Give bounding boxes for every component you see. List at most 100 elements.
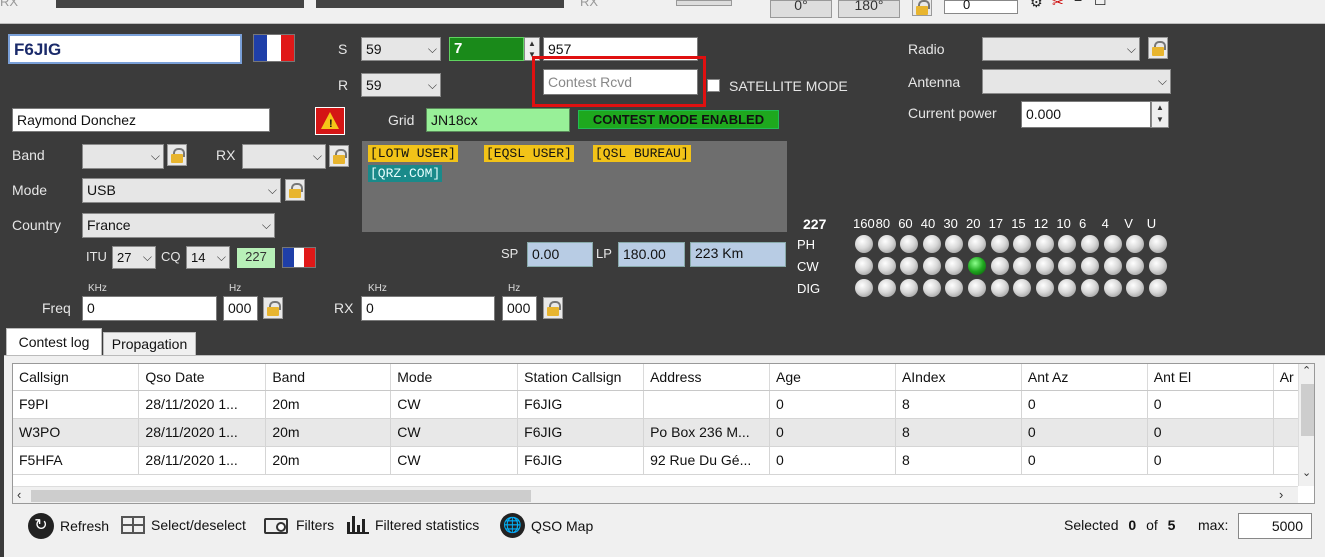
log-grid: Callsign Qso Date Band Mode Station Callsign… [12,363,1315,504]
scroll-up-icon[interactable]: ⌃ [1302,364,1311,377]
mode-select[interactable]: USB ⌵ [82,178,281,203]
table-cell: 8 [895,418,1022,447]
table-row[interactable]: F9PI 28/11/2020 1... 20m CW F6JIG 0 8 0 0 [13,390,1302,419]
table-row[interactable]: F5HFA 28/11/2020 1... 20m CW F6JIG 92 Rue Du … [13,446,1302,475]
antenna-select[interactable]: ⌵ [982,69,1171,94]
lotw-user-tag: [LOTW USER] [368,145,458,162]
chevron-down-icon: ⌵ [261,218,271,232]
antenna-label: Antenna [908,74,961,90]
column-header[interactable]: Ar [1273,364,1302,391]
callsign-input[interactable]: F6JIG [8,34,242,64]
warning-icon[interactable]: ! [315,107,345,135]
small-button[interactable] [676,0,732,6]
refresh-button[interactable]: ↻ Refresh [28,513,109,539]
name-input[interactable]: Raymond Donchez [12,108,270,132]
window-icon[interactable]: ☐ [1094,0,1107,9]
column-header[interactable]: Callsign [13,364,140,391]
itu-select[interactable]: 27 ⌵ [112,246,156,269]
band-row-ph: PH [797,237,816,252]
table-cell: 20m [265,446,392,475]
freq-hz-input[interactable]: 000 [223,296,258,321]
tab-propagation[interactable]: Propagation [103,332,196,356]
rst-sent-value: 59 [366,41,382,57]
column-header[interactable]: Ant El [1147,364,1274,391]
table-cell: 0 [1147,446,1274,475]
rotator-spin[interactable]: 0 [944,0,1018,14]
power-input[interactable]: 0.000 [1021,101,1151,128]
freq-khz-input[interactable]: 0 [82,296,217,321]
band-lock-icon[interactable] [167,144,187,166]
grid-label: Grid [388,112,415,128]
rx-freq-lock-icon[interactable] [543,297,563,319]
rx-freq-khz-input[interactable]: 0 [361,296,495,321]
vertical-scroll-thumb[interactable] [1301,384,1314,436]
grid-input[interactable]: JN18cx [426,108,570,132]
band-label: Band [12,147,45,163]
column-header[interactable]: Station Callsign [517,364,645,391]
band-dot-cw-40 [922,257,941,275]
scroll-left-icon[interactable]: ‹ [17,487,21,502]
column-header[interactable]: Age [769,364,896,391]
tab-contest-log[interactable]: Contest log [6,328,102,356]
selected-count: 0 [1128,517,1137,533]
rx-band-select[interactable]: ⌵ [242,144,326,169]
scroll-right-icon[interactable]: › [1279,487,1283,502]
band-header-4: 4 [1101,216,1109,231]
filtered-statistics-button[interactable]: Filtered statistics [347,516,479,534]
horizontal-scrollbar[interactable]: ‹ › [13,486,1298,503]
table-row[interactable]: W3PO 28/11/2020 1... 20m CW F6JIG Po Box 236 … [13,418,1302,447]
vertical-scrollbar[interactable]: ⌃ ⌄ [1298,364,1314,486]
mode-lock-icon[interactable] [285,179,305,201]
contest-rcvd-input[interactable]: Contest Rcvd [543,69,698,95]
select-deselect-button[interactable]: Select/deselect [121,516,246,534]
column-header[interactable]: Band [265,364,392,391]
freq-khz-label: KHz [88,283,107,294]
radio-lock-icon[interactable] [1148,37,1168,59]
table-cell: 0 [1021,390,1148,419]
r-label: R [338,77,349,93]
azimuth-0-button[interactable]: 0° [770,0,832,18]
column-header[interactable]: Ant Az [1021,364,1148,391]
frequency-display-1 [56,0,304,8]
cq-select[interactable]: 14 ⌵ [186,246,230,269]
rst-rcvd-select[interactable]: 59 ⌵ [361,73,441,97]
column-header[interactable]: Address [643,364,771,391]
rx-freq-hz-input[interactable]: 000 [502,296,537,321]
horizontal-scroll-thumb[interactable] [31,490,531,502]
column-header[interactable]: AIndex [895,364,1022,391]
azimuth-180-button[interactable]: 180° [838,0,900,18]
band-dot-ph-80 [877,235,896,253]
minus-icon[interactable]: − [1074,0,1082,8]
table-cell: F6JIG [517,418,645,447]
band-dot-cw-80 [877,257,896,275]
band-header-40: 40 [920,216,936,231]
band-dot-cw-20 [968,257,986,275]
scroll-down-icon[interactable]: ⌄ [1302,466,1311,479]
column-header[interactable]: Mode [390,364,519,391]
band-dot-ph-60 [900,235,919,253]
filters-button[interactable]: Filters [264,514,334,536]
gear-icon[interactable]: ⚙ [1030,0,1043,11]
column-header[interactable]: Qso Date [138,364,267,391]
qso-map-button[interactable]: 🌐 QSO Map [500,513,593,538]
rst-sent-select[interactable]: 59 ⌵ [361,37,441,61]
satellite-checkbox[interactable] [707,79,720,92]
max-input[interactable]: 5000 [1238,513,1312,539]
select-deselect-label: Select/deselect [151,517,246,533]
lock-icon[interactable] [912,0,932,16]
scissors-icon[interactable]: ✂ [1052,0,1064,11]
folder-search-icon [264,514,290,536]
band-header-30: 30 [943,216,958,231]
freq-lock-icon[interactable] [263,297,283,319]
serial-sent-input[interactable]: 7 [449,37,524,61]
band-select[interactable]: ⌵ [82,144,164,169]
rx-band-lock-icon[interactable] [329,145,349,167]
band-dot-cw-u [1148,257,1167,275]
filtered-statistics-label: Filtered statistics [375,517,480,533]
radio-select[interactable]: ⌵ [982,37,1140,61]
power-spinner[interactable]: ▲ ▼ [1151,101,1169,128]
band-dot-dig-u [1148,279,1167,297]
country-select[interactable]: France ⌵ [82,213,275,238]
band-dot-dig-80 [877,279,896,297]
chevron-down-icon: ⌵ [312,149,322,163]
